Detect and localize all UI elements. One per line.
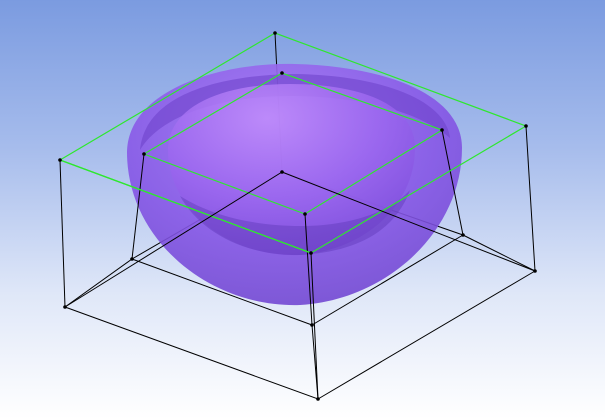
3d-viewport[interactable] <box>0 0 605 419</box>
scene-canvas[interactable] <box>0 0 605 419</box>
